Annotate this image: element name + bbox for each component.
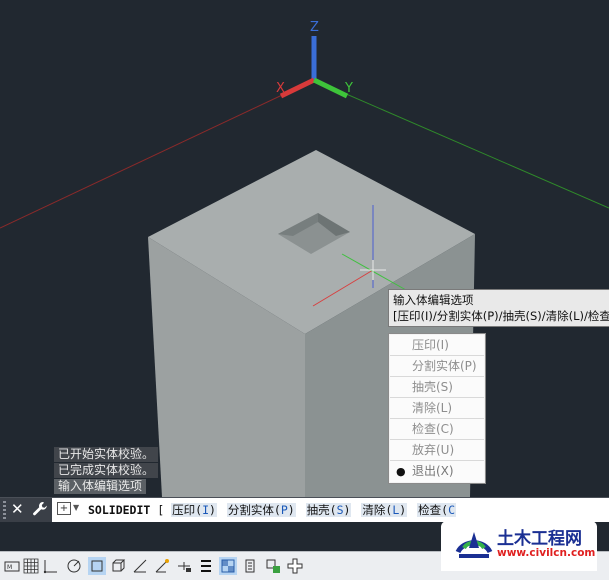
watermark-logo: 土木工程网 www.civilcn.com bbox=[441, 521, 597, 571]
option-text: 分割实体( bbox=[227, 503, 281, 517]
svg-text:M: M bbox=[7, 564, 12, 571]
open-bracket: [ bbox=[157, 503, 165, 517]
menu-item-label: 分割实体(P) bbox=[412, 359, 477, 373]
menu-item-label: 检查(C) bbox=[412, 422, 454, 436]
ucs-y-label: Y bbox=[344, 81, 353, 96]
menu-item-check[interactable]: 检查(C) bbox=[390, 419, 484, 440]
option-shell[interactable]: 抽壳(S) bbox=[305, 503, 352, 517]
history-line-2: 已完成实体校验。 bbox=[54, 463, 159, 478]
history-line-1: 已开始实体校验。 bbox=[54, 447, 159, 462]
dynamic-input-tooltip: 输入体编辑选项 [压印(I)/分割实体(P)/抽壳(S)/清除(L)/检查(C)… bbox=[388, 289, 609, 327]
command-text[interactable]: SOLIDEDIT [ 压印(I) 分割实体(P) 抽壳(S) 清除(L) 检查… bbox=[88, 498, 459, 522]
selection-cycling-icon[interactable] bbox=[241, 557, 259, 575]
menu-item-clean[interactable]: 清除(L) bbox=[390, 398, 484, 419]
option-clean[interactable]: 清除(L) bbox=[361, 503, 408, 517]
ucs-y-arrow bbox=[312, 77, 349, 99]
close-icon[interactable]: ✕ bbox=[11, 500, 24, 518]
annotation-icon[interactable] bbox=[264, 557, 282, 575]
option-text: 抽壳( bbox=[306, 503, 337, 517]
history-line-3: 输入体编辑选项 bbox=[54, 479, 147, 494]
otrack-icon[interactable] bbox=[131, 557, 149, 575]
option-text: 检查( bbox=[418, 503, 449, 517]
ucs-z-label: Z bbox=[310, 20, 319, 35]
3dosnap-icon[interactable] bbox=[109, 557, 127, 575]
option-imprint[interactable]: 压印(I) bbox=[171, 503, 217, 517]
option-end: ) bbox=[343, 503, 351, 517]
wrench-icon[interactable] bbox=[32, 501, 48, 517]
option-key: S bbox=[336, 503, 344, 517]
menu-item-shell[interactable]: 抽壳(S) bbox=[390, 377, 484, 398]
ucs-icon[interactable]: Z X Y bbox=[276, 20, 353, 99]
polar-icon[interactable] bbox=[65, 557, 83, 575]
menu-item-label: 退出(X) bbox=[412, 464, 454, 478]
chevron-down-icon[interactable]: ▼ bbox=[73, 503, 79, 512]
tooltip-options: [压印(I)/分割实体(P)/抽壳(S)/清除(L)/检查(C)/放弃(U)/退… bbox=[393, 309, 609, 323]
menu-item-label: 放弃(U) bbox=[412, 443, 455, 457]
transparency-icon[interactable] bbox=[219, 557, 237, 575]
selected-bullet-icon: ● bbox=[396, 465, 406, 478]
command-name: SOLIDEDIT bbox=[88, 503, 151, 517]
option-separate[interactable]: 分割实体(P) bbox=[226, 503, 296, 517]
option-key: I bbox=[202, 503, 209, 517]
ucs-x-arrow bbox=[279, 77, 316, 99]
option-key: C bbox=[448, 503, 455, 517]
command-input[interactable]: + ▼ SOLIDEDIT [ 压印(I) 分割实体(P) 抽壳(S) 清除(L… bbox=[52, 498, 609, 522]
option-end: ) bbox=[399, 503, 407, 517]
ducs-icon[interactable] bbox=[153, 557, 171, 575]
menu-item-label: 抽壳(S) bbox=[412, 380, 453, 394]
command-line-controls: ✕ bbox=[0, 498, 52, 522]
3d-scene[interactable]: Z X Y bbox=[0, 0, 609, 497]
grid-icon[interactable] bbox=[22, 557, 40, 575]
dyn-icon[interactable] bbox=[175, 557, 193, 575]
drawing-viewport[interactable]: Z X Y 已开始实体校验。 已完成实体校验。 输入体编辑选项 输入体编辑选项 … bbox=[0, 0, 609, 497]
menu-item-imprint[interactable]: 压印(I) bbox=[390, 335, 484, 356]
command-line-bar: ✕ + ▼ SOLIDEDIT [ 压印(I) 分割实体(P) 抽壳(S) 清除… bbox=[0, 497, 609, 522]
lineweight-icon[interactable] bbox=[197, 557, 215, 575]
option-check[interactable]: 检查(C bbox=[417, 503, 456, 517]
watermark-url: www.civilcn.com bbox=[497, 547, 596, 559]
model-icon[interactable]: M bbox=[3, 557, 21, 575]
option-text: 清除( bbox=[362, 503, 393, 517]
add-icon[interactable] bbox=[286, 557, 304, 575]
menu-item-separate[interactable]: 分割实体(P) bbox=[390, 356, 484, 377]
ucs-x-label: X bbox=[276, 81, 285, 96]
menu-item-label: 清除(L) bbox=[412, 401, 453, 415]
option-text: 压印( bbox=[172, 503, 203, 517]
osnap-icon[interactable] bbox=[88, 557, 106, 575]
command-prompt-icon[interactable]: + bbox=[57, 502, 71, 515]
snap-icon[interactable] bbox=[42, 557, 60, 575]
menu-item-exit[interactable]: ● 退出(X) bbox=[390, 461, 484, 482]
option-end: ) bbox=[287, 503, 295, 517]
option-key: P bbox=[280, 503, 288, 517]
option-end: ) bbox=[209, 503, 216, 517]
options-dropdown-menu[interactable]: 压印(I) 分割实体(P) 抽壳(S) 清除(L) 检查(C) 放弃(U) ● 退… bbox=[388, 333, 486, 484]
menu-item-label: 压印(I) bbox=[412, 338, 449, 352]
watermark-title: 土木工程网 bbox=[497, 529, 582, 549]
civilcn-logo-icon bbox=[455, 532, 493, 558]
menu-item-undo[interactable]: 放弃(U) bbox=[390, 440, 484, 461]
drag-grip-handle[interactable] bbox=[3, 501, 6, 519]
tooltip-title: 输入体编辑选项 bbox=[393, 293, 474, 307]
